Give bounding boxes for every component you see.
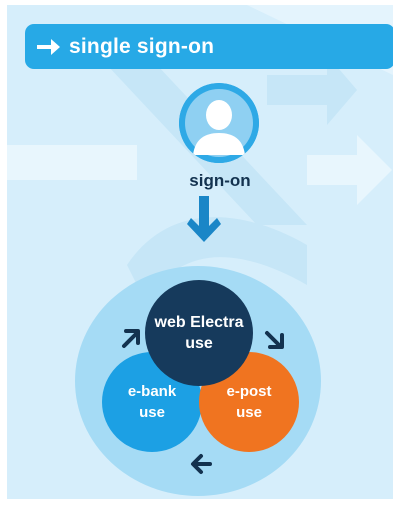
web-electra-label: web Electra [154, 314, 244, 331]
arrow-down-right-icon [265, 331, 284, 349]
e-bank-label: e-bank [127, 383, 177, 400]
header-title: single sign-on [69, 34, 215, 58]
header-banner: single sign-on [25, 24, 393, 69]
web-electra-circle: web Electra use [145, 280, 253, 386]
arrow-left-icon [191, 454, 212, 474]
arrow-up-right-icon [122, 329, 140, 348]
user-icon [179, 83, 259, 163]
arrow-right-icon [35, 36, 61, 58]
e-post-use-label: use [236, 404, 262, 421]
infographic: single sign-on sign-on e-bank use e-post… [0, 0, 400, 514]
sign-on-label: sign-on [189, 171, 251, 190]
e-post-label: e-post [226, 383, 272, 400]
web-electra-use-label: use [185, 335, 213, 352]
e-bank-use-label: use [139, 404, 165, 421]
arrow-down-icon [187, 196, 221, 242]
